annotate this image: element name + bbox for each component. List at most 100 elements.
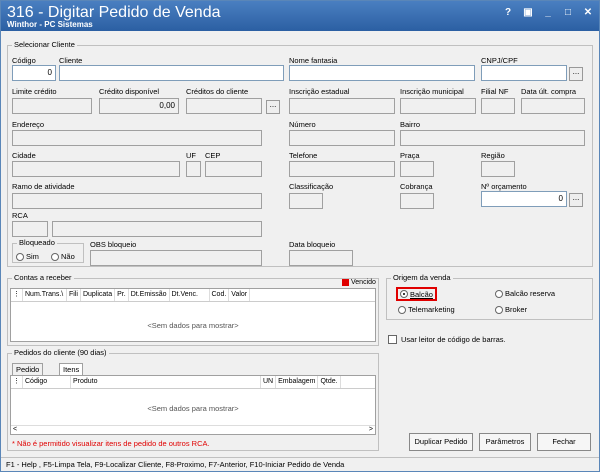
maximize-icon[interactable]: □: [561, 6, 575, 20]
cliente-label: Cliente: [59, 56, 83, 65]
cnpj-search-button[interactable]: ...: [569, 67, 583, 81]
contas-grid[interactable]: ⋮ Num.Trans.\ Fili Duplicata Pr. Dt.Emis…: [10, 288, 376, 342]
credito-disponivel-input: 0,00: [99, 98, 179, 114]
fechar-button[interactable]: Fechar: [537, 433, 591, 451]
cnpj-input[interactable]: [481, 65, 567, 81]
origem-broker-label: Broker: [505, 305, 528, 314]
obs-bloqueio-label: OBS bloqueio: [90, 240, 137, 249]
leitor-checkbox-row[interactable]: Usar leitor de código de barras.: [388, 335, 506, 344]
bairro-label: Bairro: [400, 120, 421, 129]
restore-icon[interactable]: ▣: [521, 6, 535, 20]
classificacao-label: Classificação: [289, 182, 334, 191]
credito-disponivel-label: Crédito disponível: [99, 87, 160, 96]
origem-broker-radio[interactable]: Broker: [495, 305, 527, 314]
bloqueado-sim-dot[interactable]: [16, 252, 24, 261]
itens-col-header[interactable]: Qtde.: [318, 376, 341, 388]
origem-broker-dot[interactable]: [495, 305, 503, 314]
contas-col-header[interactable]: Num.Trans.\: [23, 289, 67, 301]
creditos-cliente-label: Créditos do cliente: [186, 87, 249, 96]
column-menu-icon[interactable]: ⋮: [11, 376, 23, 388]
bloqueado-sim-radio[interactable]: Sim: [16, 252, 39, 261]
title-bar: 316 - Digitar Pedido de Venda Winthor - …: [1, 1, 599, 31]
pedidos-group-title: Pedidos do cliente (90 dias): [12, 348, 109, 357]
itens-grid[interactable]: ⋮ Código Produto UN Embalagem Qtde. <Sem…: [10, 375, 376, 435]
uf-label: UF: [186, 151, 196, 160]
rca-name-input: [52, 221, 262, 237]
numero-input: [289, 130, 395, 146]
itens-col-header[interactable]: UN: [261, 376, 277, 388]
regiao-label: Região: [481, 151, 505, 160]
origem-balcao-reserva-dot[interactable]: [495, 289, 503, 298]
bloqueado-nao-dot[interactable]: [51, 252, 59, 261]
minimize-icon[interactable]: _: [541, 6, 555, 20]
contas-col-header[interactable]: Cod.: [210, 289, 230, 301]
contas-col-header[interactable]: Fili: [67, 289, 81, 301]
origem-balcao-label: Balcão: [410, 289, 433, 299]
itens-grid-header: ⋮ Código Produto UN Embalagem Qtde.: [11, 376, 375, 389]
orcamento-input[interactable]: 0: [481, 191, 567, 207]
endereco-input: [12, 130, 262, 146]
contas-col-header[interactable]: Pr.: [115, 289, 129, 301]
classificacao-input: [289, 193, 323, 209]
nome-fantasia-input[interactable]: [289, 65, 475, 81]
origem-group-title: Origem da venda: [391, 273, 453, 282]
bairro-input: [400, 130, 585, 146]
contas-col-header[interactable]: Valor: [229, 289, 251, 301]
cidade-input: [12, 161, 180, 177]
contas-group-title: Contas a receber: [12, 273, 74, 282]
bloqueado-nao-radio[interactable]: Não: [51, 252, 75, 261]
itens-col-header[interactable]: Embalagem: [276, 376, 319, 388]
tab-itens[interactable]: Itens: [59, 363, 84, 375]
column-menu-icon[interactable]: ⋮: [11, 289, 23, 301]
data-ult-compra-label: Data últ. compra: [521, 87, 577, 96]
telefone-input: [289, 161, 395, 177]
vencido-legend: Vencido: [342, 279, 376, 286]
pedidos-warning: * Não é permitido visualizar itens de pe…: [12, 439, 210, 448]
scroll-left-icon[interactable]: <: [13, 426, 17, 434]
duplicar-pedido-button[interactable]: Duplicar Pedido: [409, 433, 473, 451]
creditos-cliente-button[interactable]: ...: [266, 100, 280, 114]
contas-col-header[interactable]: Dt.Venc.: [170, 289, 210, 301]
codigo-input[interactable]: 0: [12, 65, 56, 81]
contas-col-header[interactable]: Duplicata: [81, 289, 116, 301]
numero-label: Número: [289, 120, 316, 129]
origem-telemarketing-radio[interactable]: Telemarketing: [398, 305, 455, 314]
main-window: 316 - Digitar Pedido de Venda Winthor - …: [0, 0, 600, 472]
close-icon[interactable]: ✕: [581, 6, 595, 20]
inscricao-municipal-input: [400, 98, 476, 114]
origem-balcao-reserva-radio[interactable]: Balcão reserva: [495, 289, 555, 298]
praca-label: Praça: [400, 151, 420, 160]
cobranca-input: [400, 193, 434, 209]
telefone-label: Telefone: [289, 151, 318, 160]
contas-col-header[interactable]: Dt.Emissão: [129, 289, 170, 301]
horizontal-scrollbar[interactable]: < >: [11, 425, 375, 434]
orcamento-label: Nº orçamento: [481, 182, 527, 191]
cliente-input[interactable]: [59, 65, 284, 81]
origem-balcao-dot[interactable]: [400, 290, 408, 298]
leitor-checkbox[interactable]: [388, 335, 397, 344]
origem-telemarketing-dot[interactable]: [398, 305, 406, 314]
praca-input: [400, 161, 434, 177]
window-controls: ? ▣ _ □ ✕: [501, 6, 595, 20]
inscricao-estadual-input: [289, 98, 395, 114]
vencido-label: Vencido: [351, 279, 376, 286]
tab-pedido[interactable]: Pedido: [12, 363, 44, 375]
data-bloqueio-label: Data bloqueio: [289, 240, 336, 249]
bloqueado-title: Bloqueado: [17, 238, 57, 247]
rca-label: RCA: [12, 211, 28, 220]
origem-balcao-reserva-label: Balcão reserva: [505, 289, 556, 298]
contas-grid-header: ⋮ Num.Trans.\ Fili Duplicata Pr. Dt.Emis…: [11, 289, 375, 302]
cep-label: CEP: [205, 151, 221, 160]
itens-col-header[interactable]: Código: [23, 376, 71, 388]
help-icon[interactable]: ?: [501, 6, 515, 20]
itens-col-header[interactable]: Produto: [71, 376, 261, 388]
status-bar: F1 - Help , F5-Limpa Tela, F9-Localizar …: [1, 457, 599, 471]
inscricao-municipal-label: Inscrição municipal: [400, 87, 464, 96]
filial-nf-label: Filial NF: [481, 87, 509, 96]
contas-empty-text: <Sem dados para mostrar>: [147, 321, 239, 330]
limite-credito-label: Limite crédito: [12, 87, 57, 96]
origem-balcao-radio[interactable]: Balcão: [396, 287, 437, 301]
parametros-button[interactable]: Parâmetros: [479, 433, 531, 451]
orcamento-search-button[interactable]: ...: [569, 193, 583, 207]
scroll-right-icon[interactable]: >: [369, 426, 373, 434]
